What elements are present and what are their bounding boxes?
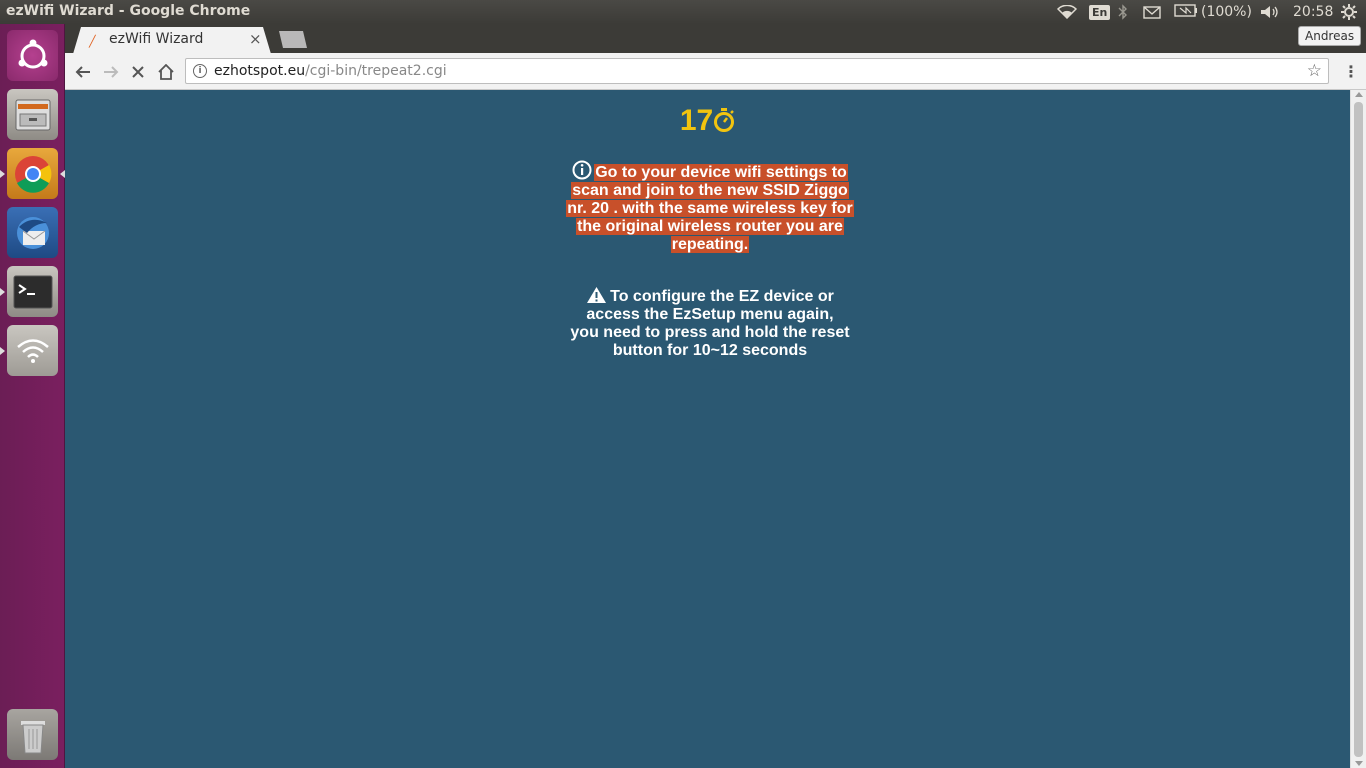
tab-ezwifi-wizard[interactable]: ╱ ezWifi Wizard × (73, 27, 271, 54)
browser-toolbar: i ezhotspot.eu/cgi-bin/trepeat2.cgi ☆ ⋮ (65, 53, 1366, 90)
chrome-menu-button[interactable]: ⋮ (1343, 62, 1359, 81)
page-scrollbar[interactable] (1350, 90, 1366, 768)
countdown-value: 17 (679, 104, 714, 137)
tab-close-icon[interactable]: × (249, 30, 262, 48)
tab-strip: ╱ ezWifi Wizard × Andreas (65, 24, 1366, 54)
settings-gear-icon[interactable] (1341, 2, 1357, 22)
trash-icon[interactable] (7, 709, 58, 760)
countdown-timer: 17 (65, 104, 1350, 138)
battery-indicator[interactable]: (100%) (1174, 2, 1252, 22)
wifi-icon[interactable] (1057, 2, 1077, 22)
thunderbird-icon[interactable] (7, 207, 58, 258)
chrome-icon[interactable] (7, 148, 58, 199)
page-content: 17 Go to your device wifi settings to sc… (65, 90, 1350, 768)
site-info-icon[interactable]: i (193, 64, 207, 78)
scrollbar-thumb[interactable] (1354, 102, 1363, 757)
info-message: Go to your device wifi settings to scan … (560, 160, 860, 254)
tab-title: ezWifi Wizard (109, 31, 204, 47)
stop-button[interactable] (127, 61, 149, 83)
scroll-up-arrow[interactable] (1355, 92, 1363, 97)
terminal-running-pip (0, 288, 5, 296)
terminal-icon[interactable] (7, 266, 58, 317)
volume-icon[interactable] (1260, 2, 1280, 22)
battery-percent: (100%) (1201, 4, 1252, 20)
bookmark-star-icon[interactable]: ☆ (1307, 61, 1322, 81)
mail-icon[interactable] (1143, 2, 1161, 22)
scroll-down-arrow[interactable] (1355, 761, 1363, 766)
loading-spinner-icon: ╱ (89, 35, 96, 48)
info-message-text: Go to your device wifi settings to scan … (566, 164, 854, 253)
warning-message: To configure the EZ device or access the… (570, 286, 850, 360)
browser-window: ╱ ezWifi Wizard × Andreas i ezhotspot.eu… (65, 24, 1366, 768)
forward-button[interactable] (100, 61, 122, 83)
url-text: ezhotspot.eu/cgi-bin/trepeat2.cgi (214, 63, 447, 79)
bluetooth-icon[interactable] (1118, 2, 1128, 22)
network-running-pip (0, 347, 5, 355)
keyboard-language-indicator[interactable]: En (1089, 2, 1111, 22)
timer-icon (714, 108, 735, 132)
address-bar[interactable]: i ezhotspot.eu/cgi-bin/trepeat2.cgi ☆ (185, 58, 1329, 84)
home-button[interactable] (155, 61, 177, 83)
top-panel: ezWifi Wizard - Google Chrome En (100%) … (0, 0, 1366, 24)
ubuntu-dash-icon[interactable] (7, 30, 58, 81)
back-button[interactable] (72, 61, 94, 83)
clock[interactable]: 20:58 (1293, 2, 1333, 22)
launcher (0, 24, 65, 768)
profile-button[interactable]: Andreas (1298, 26, 1362, 46)
warning-icon (587, 287, 607, 303)
network-settings-icon[interactable] (7, 325, 58, 376)
window-title: ezWifi Wizard - Google Chrome (6, 3, 251, 19)
files-icon[interactable] (7, 89, 58, 140)
battery-icon (1174, 3, 1198, 21)
new-tab-button[interactable] (279, 31, 307, 48)
chrome-running-pip (0, 170, 5, 178)
warning-message-text: To configure the EZ device or access the… (570, 288, 850, 359)
info-circle-icon (572, 160, 592, 180)
